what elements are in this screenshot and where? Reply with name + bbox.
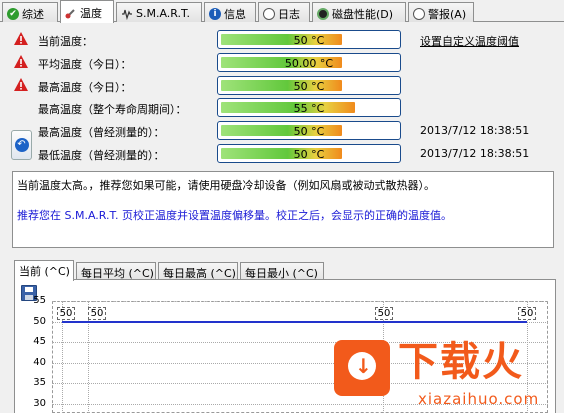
temp-value: 50 °C	[293, 125, 325, 138]
tab-alarm[interactable]: 警报(A)	[408, 2, 474, 22]
tab-label: 温度	[80, 7, 102, 20]
temp-label: 最高温度（今日）：	[38, 81, 132, 94]
data-point-label: 50	[518, 307, 536, 320]
temp-row-max-ever: 最高温度（曾经测量的）： 50 °C 2013/7/12 18:38:51	[0, 120, 564, 142]
temp-value: 50 °C	[293, 148, 325, 161]
temp-timestamp: 2013/7/12 18:38:51	[420, 124, 530, 137]
temp-row-min-ever: 最低温度（曾经测量的）： 50 °C 2013/7/12 18:38:51	[0, 143, 564, 165]
chart-gridline	[52, 301, 548, 302]
y-tick-label: 45	[33, 336, 46, 347]
data-point-label: 50	[88, 307, 106, 320]
tab-label: S.M.A.R.T.	[136, 7, 190, 20]
temp-label: 当前温度：	[38, 35, 93, 48]
tab-label: 警报(A)	[428, 7, 467, 21]
check-icon: ✔	[7, 7, 19, 20]
tab-temperature[interactable]: 温度	[60, 0, 114, 23]
watermark-url: xiazaihuo.com	[418, 390, 540, 408]
data-point-label: 50	[57, 307, 75, 320]
tab-smart[interactable]: S.M.A.R.T.	[116, 2, 202, 22]
data-point-label: 50	[375, 307, 393, 320]
watermark-logo-icon	[334, 340, 390, 396]
warning-icon	[14, 32, 28, 45]
temp-label: 最高温度（整个寿命周期间）：	[38, 103, 187, 116]
tab-info[interactable]: i 信息	[204, 2, 256, 22]
warning-icon	[14, 78, 28, 91]
tab-log[interactable]: 日志	[258, 2, 310, 22]
chart-tab-daily-max[interactable]: 每日最高 (^C)	[158, 262, 238, 280]
temp-label: 平均温度（今日）：	[38, 58, 132, 71]
temp-label: 最高温度（曾经测量的）：	[38, 126, 165, 139]
y-tick-label: 50	[33, 315, 46, 327]
temp-label: 最低温度（曾经测量的）：	[38, 149, 165, 162]
y-tick-label: 40	[33, 356, 46, 368]
series-line	[62, 320, 527, 323]
disk-performance-icon	[317, 7, 329, 20]
temp-bar: 50 °C	[217, 76, 401, 95]
temp-value: 50 °C	[293, 80, 325, 93]
temp-bar: 50 °C	[217, 144, 401, 163]
set-threshold-link[interactable]: 设置自定义温度阈值	[420, 33, 519, 49]
tab-label: 日志	[278, 7, 300, 21]
temp-row-max-lifetime: 最高温度（整个寿命周期间）： 55 °C	[0, 97, 564, 119]
chart-tab-bar: 当前 (^C) 每日平均 (^C) 每日最高 (^C) 每日最小 (^C)	[14, 260, 554, 281]
temp-row-average-today: 平均温度（今日）： 50.00 °C	[0, 52, 564, 74]
watermark-text: 下载火	[398, 339, 524, 385]
log-icon	[263, 7, 275, 20]
temp-timestamp: 2013/7/12 18:38:51	[420, 147, 530, 160]
temp-bar: 50.00 °C	[217, 53, 401, 72]
smart-icon	[121, 8, 133, 20]
info-icon: i	[209, 7, 221, 20]
warning-icon	[14, 55, 28, 68]
temp-bar: 55 °C	[217, 98, 401, 117]
tab-disk-performance[interactable]: 磁盘性能(D)	[312, 2, 406, 22]
temp-value: 50.00 °C	[284, 57, 334, 70]
tab-overview[interactable]: ✔ 综述	[2, 2, 58, 22]
temp-bar: 50 °C	[217, 30, 401, 49]
temp-row-max-today: 最高温度（今日）： 50 °C	[0, 75, 564, 97]
advice-line-1: 当前温度太高。，推荐您如果可能，请使用硬盘冷却设备（例如风扇或被动式散热器）。	[17, 179, 435, 192]
temp-value: 50 °C	[293, 34, 325, 47]
chart-tab-daily-average[interactable]: 每日平均 (^C)	[76, 262, 156, 280]
advice-line-2: 推荐您在 S.M.A.R.T. 页校正温度并设置温度偏移量。校正之后，会显示的正…	[17, 209, 452, 222]
temp-value: 55 °C	[293, 102, 325, 115]
advice-message-box: 当前温度太高。，推荐您如果可能，请使用硬盘冷却设备（例如风扇或被动式散热器）。 …	[12, 171, 554, 248]
thermometer-icon	[65, 7, 77, 19]
chart-tab-daily-min[interactable]: 每日最小 (^C)	[240, 262, 324, 280]
temp-bar: 50 °C	[217, 121, 401, 140]
tab-bar: ✔ 综述 温度 S.M.A.R.T. i 信息 日志 磁盘性能(D) 警报(A)	[0, 0, 564, 23]
y-tick-label: 55	[33, 295, 46, 306]
y-tick-label: 35	[33, 377, 46, 388]
tab-label: 综述	[22, 7, 44, 21]
y-tick-label: 30	[33, 397, 46, 409]
tab-label: 磁盘性能(D)	[332, 7, 394, 21]
chart-tab-current[interactable]: 当前 (^C)	[14, 260, 74, 281]
tab-label: 信息	[224, 7, 246, 21]
alarm-icon	[413, 7, 425, 20]
